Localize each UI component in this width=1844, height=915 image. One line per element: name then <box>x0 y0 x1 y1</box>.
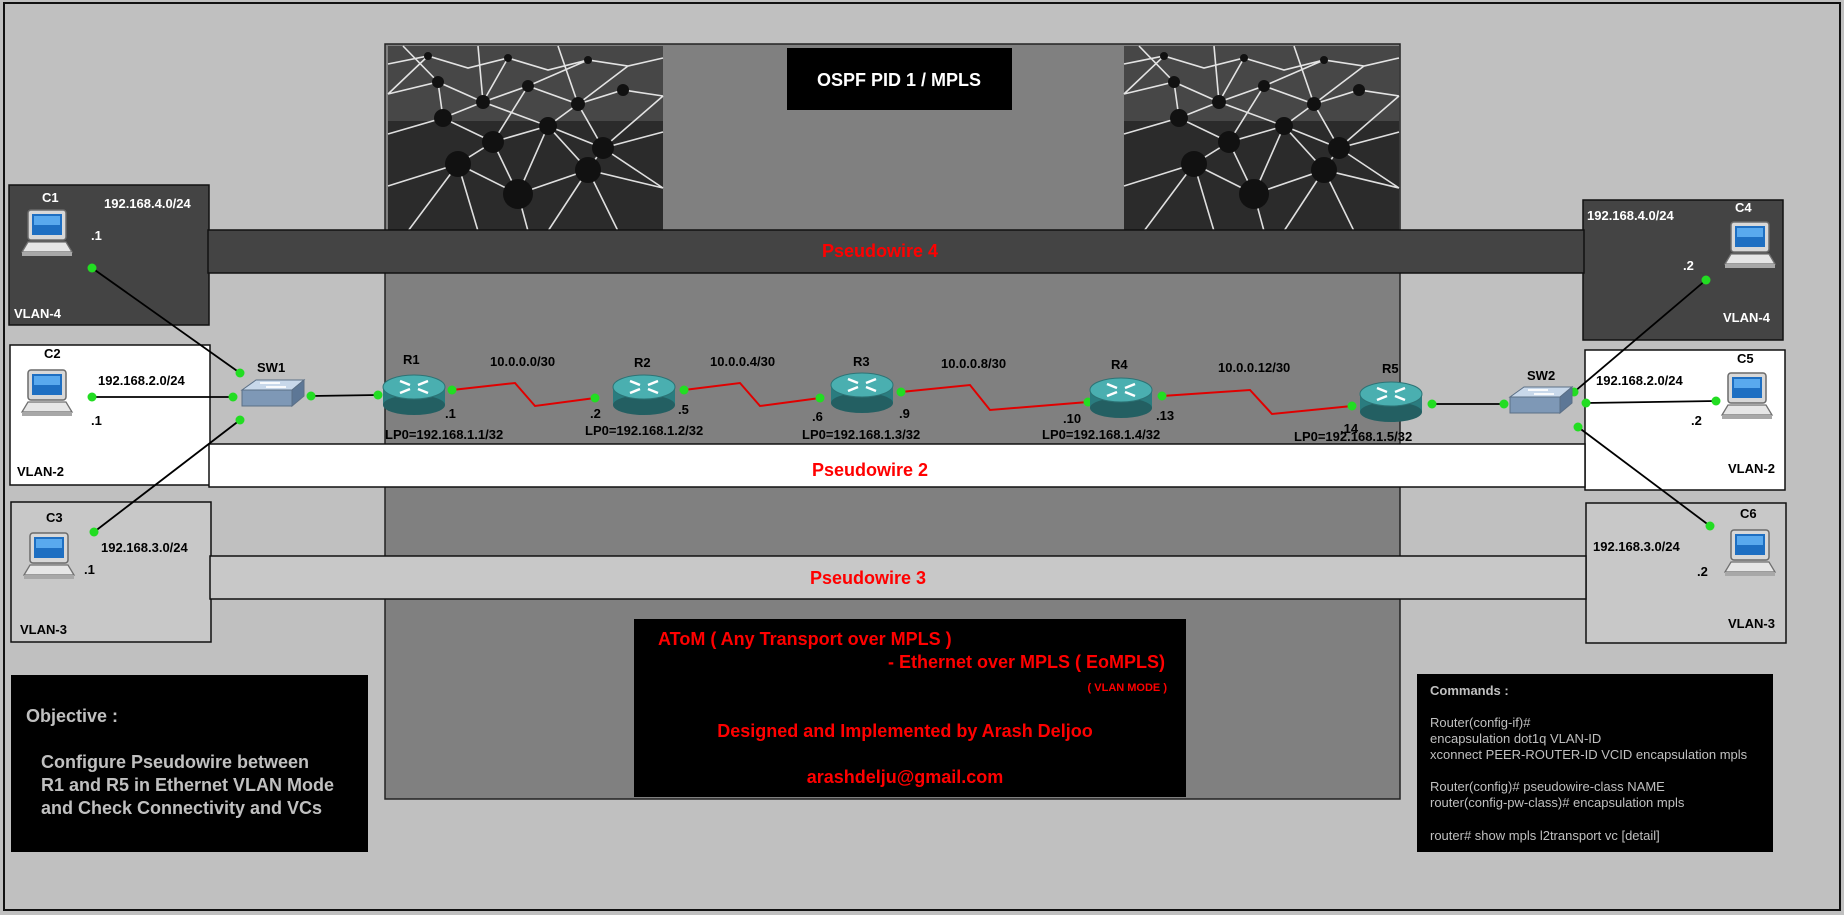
r3-loopback: LP0=192.168.1.3/32 <box>802 427 920 442</box>
r1-loopback: LP0=192.168.1.1/32 <box>385 427 503 442</box>
router-r4-icon[interactable] <box>1088 376 1154 420</box>
objective-line-2: R1 and R5 in Ethernet VLAN Mode <box>41 775 334 795</box>
command-line-1: Router(config-if)# <box>1430 715 1531 730</box>
router-r2-icon[interactable] <box>611 373 677 417</box>
r2-right-ip: .5 <box>678 402 689 417</box>
computer-c2-icon[interactable] <box>21 369 73 417</box>
info-line-1: AToM ( Any Transport over MPLS ) <box>658 629 952 649</box>
pseudowire-3-label: Pseudowire 3 <box>810 568 926 588</box>
switch-sw1-label: SW1 <box>257 360 285 375</box>
client-c5-name: C5 <box>1737 351 1754 366</box>
switch-sw2-label: SW2 <box>1527 368 1555 383</box>
r2-loopback: LP0=192.168.1.2/32 <box>585 423 703 438</box>
computer-c1-icon[interactable] <box>21 209 73 257</box>
client-c4-subnet: 192.168.4.0/24 <box>1587 208 1675 223</box>
client-c1-subnet: 192.168.4.0/24 <box>104 196 192 211</box>
r3-left-ip: .6 <box>812 409 823 424</box>
client-c1-ip: .1 <box>91 228 102 243</box>
commands-box <box>1417 674 1773 852</box>
objective-heading: Objective : <box>26 706 118 726</box>
router-r5-label: R5 <box>1382 361 1399 376</box>
commands-heading: Commands : <box>1430 683 1509 698</box>
client-c5-subnet: 192.168.2.0/24 <box>1596 373 1684 388</box>
client-c5-ip: .2 <box>1691 413 1702 428</box>
client-c3-subnet: 192.168.3.0/24 <box>101 540 189 555</box>
computer-c5-icon[interactable] <box>1721 372 1773 420</box>
client-c2-ip: .1 <box>91 413 102 428</box>
info-line-3: ( VLAN MODE ) <box>1088 682 1168 694</box>
network-diagram: OSPF PID 1 / MPLS Pseudowire 4 Pseudowir… <box>0 0 1844 915</box>
client-c3-ip: .1 <box>84 562 95 577</box>
client-c1-vlan: VLAN-4 <box>14 306 62 321</box>
router-r3-label: R3 <box>853 354 870 369</box>
r4-loopback: LP0=192.168.1.4/32 <box>1042 427 1160 442</box>
objective-line-3: and Check Connectivity and VCs <box>41 798 322 818</box>
link-1-subnet: 10.0.0.0/30 <box>490 354 555 369</box>
router-r4-label: R4 <box>1111 357 1128 372</box>
command-line-8: router# show mpls l2transport vc [detail… <box>1430 828 1660 843</box>
client-c6-vlan: VLAN-3 <box>1728 616 1775 631</box>
client-c6-name: C6 <box>1740 506 1757 521</box>
r4-left-ip: .10 <box>1063 411 1081 426</box>
r5-left-ip: .14 <box>1340 421 1359 436</box>
client-c4-name: C4 <box>1735 200 1752 215</box>
router-r2-label: R2 <box>634 355 651 370</box>
computer-c6-icon[interactable] <box>1724 529 1776 577</box>
info-line-2: - Ethernet over MPLS ( EoMPLS) <box>888 652 1165 672</box>
client-c2-subnet: 192.168.2.0/24 <box>98 373 186 388</box>
r3-right-ip: .9 <box>899 406 910 421</box>
client-c6-ip: .2 <box>1697 564 1708 579</box>
mesh-image-right <box>1123 45 1400 232</box>
r2-left-ip: .2 <box>590 406 601 421</box>
client-c3-name: C3 <box>46 510 63 525</box>
link-2-subnet: 10.0.0.4/30 <box>710 354 775 369</box>
client-c6-subnet: 192.168.3.0/24 <box>1593 539 1681 554</box>
pseudowire-2-label: Pseudowire 2 <box>812 460 928 480</box>
client-c2-name: C2 <box>44 346 61 361</box>
client-c4-ip: .2 <box>1683 258 1694 273</box>
command-line-6: router(config-pw-class)# encapsulation m… <box>1430 795 1685 810</box>
client-c3-vlan: VLAN-3 <box>20 622 67 637</box>
client-c5-vlan: VLAN-2 <box>1728 461 1775 476</box>
computer-c4-icon[interactable] <box>1724 221 1776 269</box>
router-r1-label: R1 <box>403 352 420 367</box>
r4-right-ip: .13 <box>1156 408 1174 423</box>
designer-credit: Designed and Implemented by Arash Deljoo <box>717 721 1092 741</box>
r1-interface-ip: .1 <box>445 406 456 421</box>
designer-email: arashdelju@gmail.com <box>807 767 1004 787</box>
core-title: OSPF PID 1 / MPLS <box>817 70 981 90</box>
command-line-5: Router(config)# pseudowire-class NAME <box>1430 779 1665 794</box>
pseudowire-4-label: Pseudowire 4 <box>822 241 938 261</box>
client-c1-name: C1 <box>42 190 59 205</box>
link-3-subnet: 10.0.0.8/30 <box>941 356 1006 371</box>
router-r3-icon[interactable] <box>829 371 895 415</box>
mesh-image-left <box>387 45 664 232</box>
switch-sw2-icon[interactable] <box>1509 386 1573 414</box>
computer-c3-icon[interactable] <box>23 532 75 580</box>
command-line-2: encapsulation dot1q VLAN-ID <box>1430 731 1601 746</box>
router-r5-icon[interactable] <box>1358 380 1424 424</box>
command-line-3: xconnect PEER-ROUTER-ID VCID encapsulati… <box>1430 747 1748 762</box>
switch-sw1-icon[interactable] <box>241 379 305 407</box>
link-4-subnet: 10.0.0.12/30 <box>1218 360 1290 375</box>
client-c4-vlan: VLAN-4 <box>1723 310 1771 325</box>
router-r1-icon[interactable] <box>381 373 447 417</box>
diagram-canvas: OSPF PID 1 / MPLS Pseudowire 4 Pseudowir… <box>3 2 1841 911</box>
client-c2-vlan: VLAN-2 <box>17 464 64 479</box>
objective-line-1: Configure Pseudowire between <box>41 752 309 772</box>
